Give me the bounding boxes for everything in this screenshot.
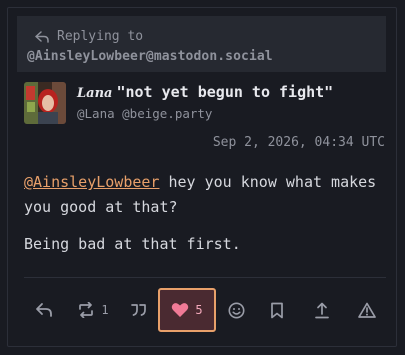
emoji-reaction-button[interactable] bbox=[224, 288, 248, 332]
replying-to-handle[interactable]: @AinsleyLowbeer@mastodon.social bbox=[27, 49, 273, 64]
mention-link[interactable]: @AinsleyLowbeer bbox=[24, 173, 159, 191]
post-content: @AinsleyLowbeer hey you know what makes … bbox=[24, 170, 384, 269]
reply-button[interactable] bbox=[28, 288, 60, 332]
share-icon bbox=[314, 302, 330, 319]
display-name-script: Lana bbox=[77, 86, 113, 101]
display-name-text: "not yet begun to fight" bbox=[116, 83, 334, 101]
post-paragraph-2: Being bad at that first. bbox=[24, 235, 241, 253]
quote-icon bbox=[131, 303, 147, 317]
divider bbox=[24, 277, 386, 278]
bookmark-button[interactable] bbox=[265, 288, 289, 332]
boost-count: 1 bbox=[101, 303, 109, 317]
emoji-icon bbox=[228, 302, 245, 319]
report-icon bbox=[358, 302, 376, 318]
avatar[interactable] bbox=[24, 82, 66, 124]
author-handle[interactable]: @Lana @beige.party bbox=[77, 106, 212, 121]
favourite-button[interactable]: 5 bbox=[158, 288, 216, 332]
heart-icon bbox=[171, 302, 189, 318]
replying-to-box[interactable]: Replying to @AinsleyLowbeer@mastodon.soc… bbox=[17, 16, 386, 72]
bookmark-icon bbox=[270, 302, 284, 319]
boost-button[interactable]: 1 bbox=[73, 288, 113, 332]
reply-icon bbox=[35, 302, 53, 318]
replying-to-label-row: Replying to bbox=[35, 29, 143, 44]
boost-icon bbox=[77, 302, 95, 318]
replying-to-label: Replying to bbox=[57, 29, 144, 44]
share-button[interactable] bbox=[310, 288, 334, 332]
post-paragraph-1: @AinsleyLowbeer hey you know what makes … bbox=[24, 170, 384, 220]
action-bar: 1 5 bbox=[0, 288, 405, 332]
favourite-count: 5 bbox=[195, 303, 203, 317]
display-name[interactable]: Lana "not yet begun to fight" bbox=[77, 83, 333, 101]
reply-arrow-icon bbox=[35, 30, 49, 43]
report-button[interactable] bbox=[354, 288, 380, 332]
quote-button[interactable] bbox=[124, 288, 154, 332]
post-timestamp[interactable]: Sep 2, 2026, 04:34 UTC bbox=[213, 135, 385, 150]
